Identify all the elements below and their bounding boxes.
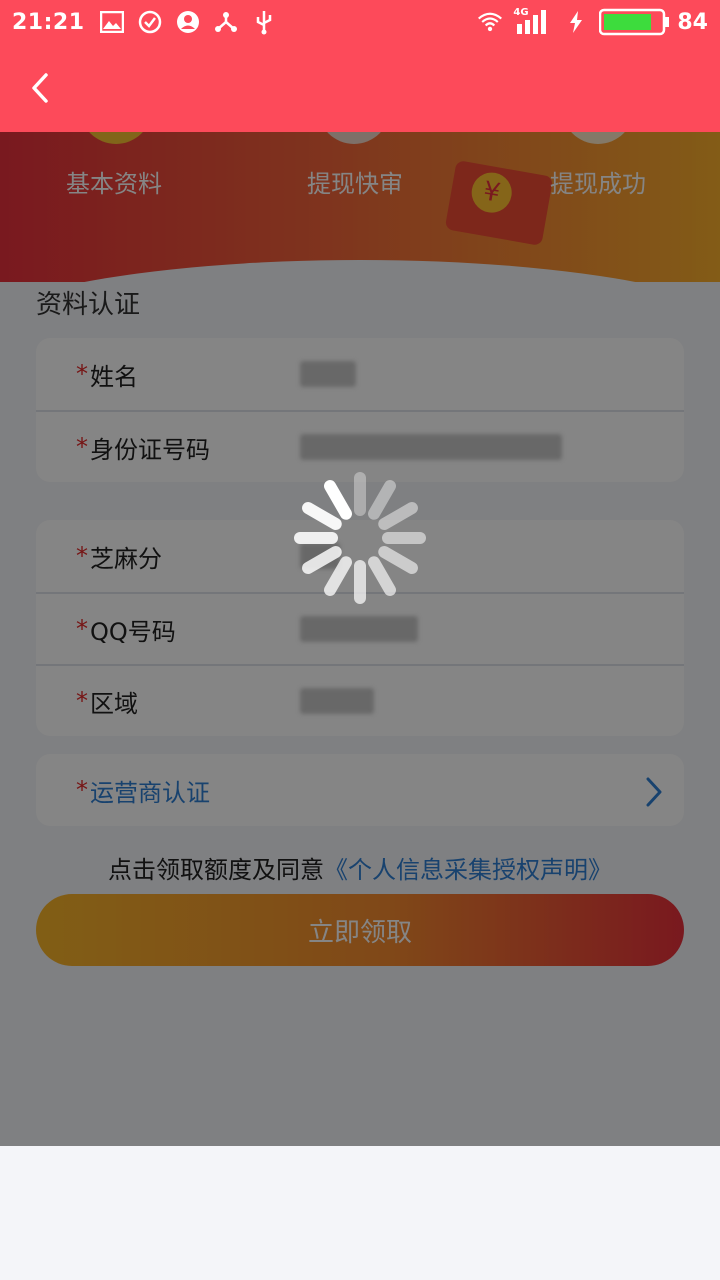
status-time: 21:21 bbox=[12, 9, 85, 35]
spinner-spoke bbox=[324, 480, 352, 520]
bottom-blank-area bbox=[0, 1146, 720, 1280]
spinner-spoke bbox=[302, 546, 342, 574]
title-bar bbox=[0, 44, 720, 132]
loading-spinner-icon bbox=[294, 472, 426, 604]
chevron-left-icon bbox=[32, 73, 48, 103]
status-icons-right: 4G 84 bbox=[477, 7, 708, 36]
loading-overlay bbox=[0, 132, 720, 1146]
usb-icon bbox=[251, 9, 277, 35]
spinner-spoke bbox=[378, 546, 418, 574]
spinner-spoke bbox=[368, 556, 396, 596]
battery-level: 84 bbox=[677, 9, 708, 35]
share-icon bbox=[213, 9, 239, 35]
account-icon bbox=[175, 9, 201, 35]
network-label: 4G bbox=[513, 7, 529, 18]
back-button[interactable] bbox=[0, 44, 80, 132]
charging-icon bbox=[563, 9, 589, 35]
spinner-spoke bbox=[324, 556, 352, 596]
status-bar: 21:21 4G 84 bbox=[0, 0, 720, 44]
status-icons-left bbox=[99, 9, 277, 35]
spinner-spoke bbox=[378, 502, 418, 530]
spinner-spoke bbox=[302, 502, 342, 530]
check-circle-icon bbox=[137, 9, 163, 35]
spinner-spoke bbox=[368, 480, 396, 520]
image-icon bbox=[99, 9, 125, 35]
battery-indicator: 84 bbox=[599, 8, 708, 36]
signal-icon: 4G bbox=[513, 7, 553, 35]
battery-icon bbox=[599, 8, 670, 36]
wifi-icon bbox=[477, 9, 503, 35]
